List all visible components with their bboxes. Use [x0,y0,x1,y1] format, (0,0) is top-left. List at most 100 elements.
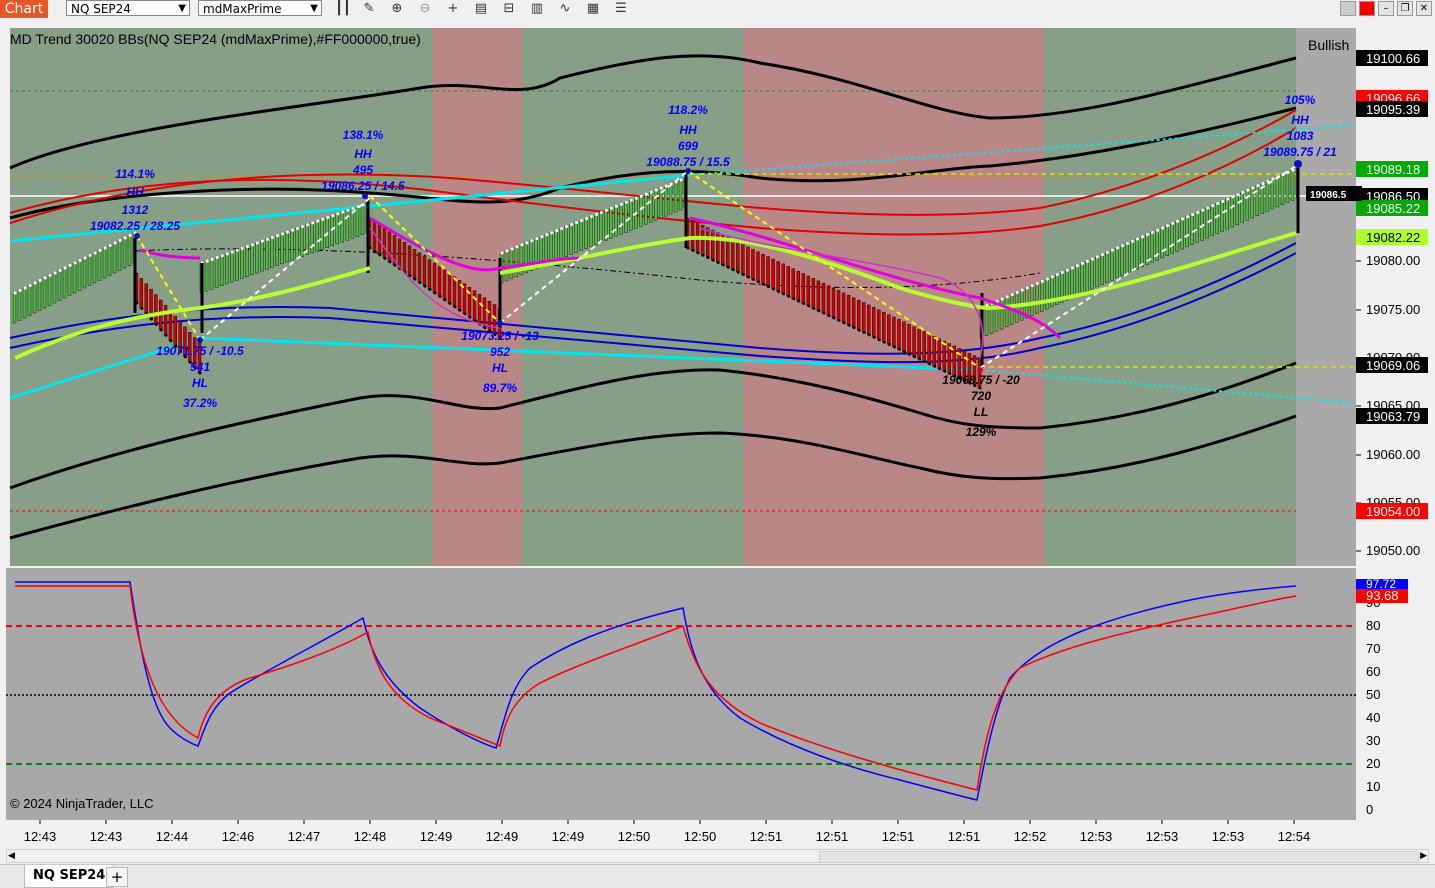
price-bar [791,268,795,299]
bar-dot [629,198,633,202]
bar-dot [619,202,623,206]
price-bar [867,304,871,336]
bar-dot [150,317,154,321]
bottom-tab-bar: NQ SEP24 + [0,864,1435,888]
price-bar [639,196,643,227]
price-bar [1265,181,1270,212]
price-bar [897,319,901,350]
bar-dot [787,294,791,298]
price-bar [280,233,284,265]
price-bar [1215,203,1219,234]
bar-dot [520,243,524,247]
time-tick: 12:51 [882,829,915,844]
price-bar [67,265,72,296]
draw-icon[interactable]: ✎ [360,0,378,18]
price-bar [1175,221,1179,252]
price-tick: 19050.00 [1366,543,1420,558]
price-bar [1120,245,1124,276]
minimize-icon[interactable]: – [1378,1,1394,16]
swing-marker [134,233,140,239]
calendar-icon[interactable]: ▦ [584,0,602,18]
bar-dot [918,357,922,361]
template-selector-value: mdMaxPrime [203,2,282,16]
swing-marker [197,337,203,343]
chart-tab-label[interactable]: Chart [0,0,48,18]
price-bar [52,272,57,304]
bar-dot [599,210,603,214]
swing-marker [497,320,503,326]
time-tick: 12:53 [1212,829,1245,844]
scrollbar-thumb[interactable] [819,851,1419,863]
price-bar [826,285,831,316]
menu-icon[interactable]: ☰ [612,0,630,18]
scroll-right-icon[interactable]: ▶ [1420,850,1427,862]
price-bar [139,278,144,309]
bar-dot [530,239,534,243]
bar-dot [585,217,589,221]
price-bar [1070,267,1074,299]
bar-dot [762,282,766,286]
restore-icon[interactable]: ❐ [1397,1,1413,16]
bar-dot [1105,250,1109,254]
price-bar [619,204,623,235]
template-selector[interactable]: mdMaxPrime ▼ [198,0,322,16]
price-bar [1285,172,1290,203]
bar-dot [897,347,901,351]
add-tab-button[interactable]: + [106,867,128,887]
bar-dot [751,277,755,281]
color-swatch-gray[interactable] [1340,1,1356,16]
price-bar [1075,265,1079,296]
bar-dot [235,248,239,252]
close-icon[interactable]: ✕ [1416,1,1432,16]
bar-dot [418,281,422,285]
zoom-out-icon[interactable]: ⊖ [416,0,434,18]
bar-dot [555,229,559,233]
price-bar [117,240,122,271]
swing-price: 19088.75 / 15.5 [646,155,730,169]
indicators-icon[interactable]: ∿ [556,0,574,18]
data-box-icon[interactable]: ▤ [472,0,490,18]
crosshair-icon[interactable]: + [444,0,462,18]
price-bar [87,255,92,286]
bar-dot [23,286,27,290]
bar-dot [634,196,638,200]
price-badge-text: 19100.66 [1366,51,1420,66]
price-bar [163,305,168,336]
properties-icon[interactable]: ⊟ [500,0,518,18]
bar-dot [169,339,173,343]
bar-dot [756,280,760,284]
bar-dot [53,271,57,275]
color-swatch-red[interactable] [1359,1,1375,16]
bar-dot [331,214,335,218]
price-tick: 19080.00 [1366,253,1420,268]
bar-style-icon[interactable]: ┃┃ [334,0,352,18]
price-bar [841,292,846,324]
bar-dot [590,215,594,219]
time-tick: 12:47 [288,829,321,844]
swing-type: LL [974,405,989,419]
bar-dot [609,206,613,210]
bar-dot [1271,177,1275,181]
strategies-icon[interactable]: ▥ [528,0,546,18]
scroll-left-icon[interactable]: ◀ [8,850,15,862]
swing-count: 1083 [1287,129,1314,143]
price-bar [887,314,891,345]
bar-dot [731,268,735,272]
bar-dot [746,275,750,279]
bar-dot [423,284,427,288]
zoom-in-icon[interactable]: ⊕ [388,0,406,18]
instrument-selector[interactable]: NQ SEP24 ▼ [66,0,190,16]
bar-dot [225,252,229,256]
price-badge-text: 19082.22 [1366,230,1420,245]
oscillator-panel[interactable]: © 2024 NinjaTrader, LLC 9080706050403020… [0,568,1435,820]
price-bar [387,231,392,263]
time-axis[interactable]: 12:43 12:43 12:44 12:46 12:47 12:48 12:49 12:49… [0,820,1435,849]
bar-dot [777,289,781,293]
price-bar [653,189,658,221]
price-bar [447,273,452,304]
time-tick: 12:50 [618,829,651,844]
price-panel[interactable]: MD Trend 30020 BBs(NQ SEP24 (mdMaxPrime)… [0,18,1435,568]
price-bar [1130,241,1134,272]
tab-nq-sep24[interactable]: NQ SEP24 [24,865,115,888]
horizontal-scrollbar[interactable]: ◀ ▶ [6,849,1429,863]
